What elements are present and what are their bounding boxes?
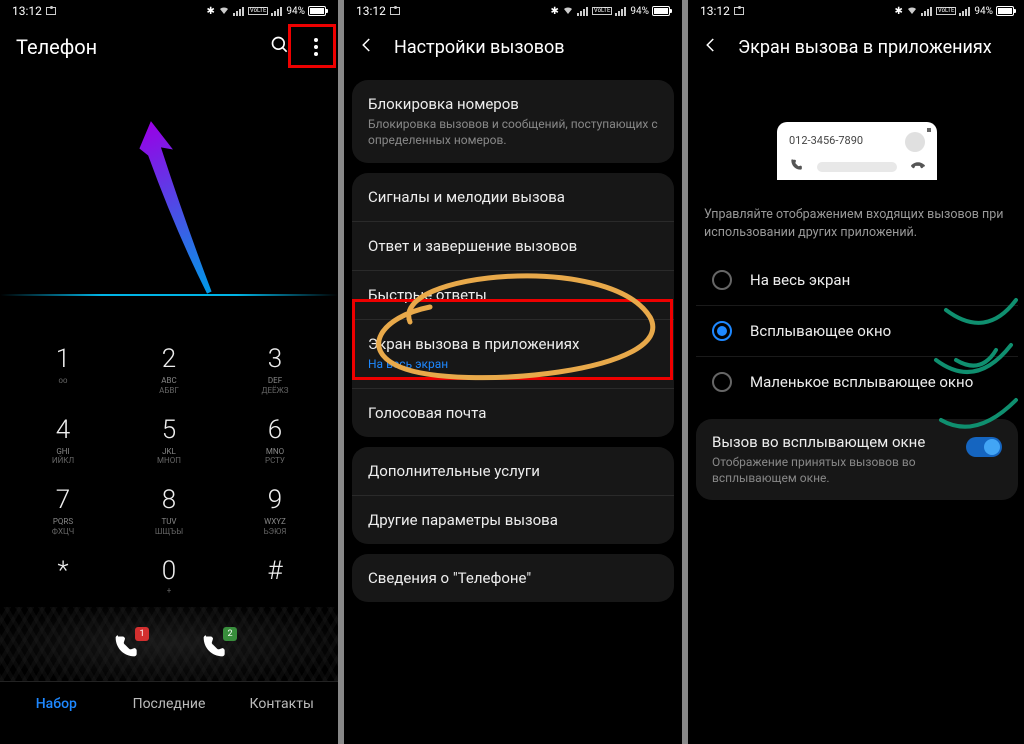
status-time: 13:12 xyxy=(356,4,386,18)
card-extra-services: Дополнительные услуги Другие параметры в… xyxy=(352,447,674,544)
battery-icon xyxy=(652,6,670,16)
bluetooth-icon: ✱ xyxy=(207,6,215,17)
battery-icon xyxy=(308,6,326,16)
volte-badge: VoLTE xyxy=(592,7,613,15)
radio-icon xyxy=(712,372,732,392)
keypad-key-hash[interactable]: # xyxy=(222,544,328,603)
phone-end-icon xyxy=(911,157,925,176)
call-preview-card: 012-3456-7890 xyxy=(777,122,937,180)
bottom-tabs: Набор Последние Контакты xyxy=(0,681,338,722)
tab-recent[interactable]: Последние xyxy=(113,696,226,712)
tab-contacts[interactable]: Контакты xyxy=(225,696,338,712)
keypad-key-5[interactable]: 5JKLМНОП xyxy=(116,403,222,474)
toggle-popup-call[interactable]: Вызов во всплывающем окне Отображение пр… xyxy=(696,419,1018,500)
volte-badge: VoLTE xyxy=(248,7,269,15)
wifi-icon xyxy=(218,4,230,19)
battery-pct: 94% xyxy=(286,6,305,17)
back-icon[interactable] xyxy=(702,36,720,58)
keypad-key-9[interactable]: 9WXYZЬЭЮЯ xyxy=(222,473,328,544)
swipe-arrow-annotation xyxy=(81,100,256,324)
settings-title: Экран вызова в приложениях xyxy=(738,37,992,58)
keypad-key-6[interactable]: 6MNOРСТУ xyxy=(222,403,328,474)
row-call-display[interactable]: Экран вызова в приложениях На весь экран xyxy=(352,320,674,389)
call-sim1-button[interactable]: 1 xyxy=(111,633,139,665)
keypad-key-3[interactable]: 3DEFДЕЁЖЗ xyxy=(222,332,328,403)
wifi-icon xyxy=(562,4,574,19)
avatar-icon xyxy=(905,132,925,152)
toggle-switch-on[interactable] xyxy=(966,437,1002,457)
bluetooth-icon: ✱ xyxy=(551,6,559,17)
row-quick-replies[interactable]: Быстрые ответы xyxy=(352,271,674,320)
screenshot-icon xyxy=(734,7,744,15)
dialer-display xyxy=(0,72,338,332)
row-other-params[interactable]: Другие параметры вызова xyxy=(352,496,674,544)
app-title: Телефон xyxy=(16,35,270,59)
settings-header: Настройки вызовов xyxy=(344,22,682,72)
keypad-key-0[interactable]: 0+ xyxy=(116,544,222,603)
battery-icon xyxy=(996,6,1014,16)
wifi-icon xyxy=(906,4,918,19)
settings-body: Блокировка номеров Блокировка вызовов и … xyxy=(344,72,682,620)
glow-divider xyxy=(0,294,338,296)
signal-icon-2 xyxy=(615,6,627,16)
keypad-key-star[interactable]: * xyxy=(10,544,116,603)
tab-dial[interactable]: Набор xyxy=(0,696,113,712)
row-ringtones[interactable]: Сигналы и мелодии вызова xyxy=(352,173,674,222)
card-about-phone[interactable]: Сведения о "Телефоне" xyxy=(352,554,674,602)
annotation-highlight-box xyxy=(288,24,336,68)
signal-icon xyxy=(577,6,589,16)
row-title: Блокировка номеров xyxy=(368,95,658,113)
keypad-key-1[interactable]: 1ᴏᴏ xyxy=(10,332,116,403)
row-voicemail[interactable]: Голосовая почта xyxy=(352,389,674,437)
sim2-badge: 2 xyxy=(223,627,237,641)
status-time: 13:12 xyxy=(700,4,730,18)
back-icon[interactable] xyxy=(358,36,376,58)
battery-pct: 94% xyxy=(630,6,649,17)
volte-badge: VoLTE xyxy=(936,7,957,15)
keypad-key-2[interactable]: 2ABCАБВГ xyxy=(116,332,222,403)
settings-title: Настройки вызовов xyxy=(394,37,565,58)
screenshot-icon xyxy=(46,7,56,15)
radio-option-popup[interactable]: Всплывающее окно xyxy=(696,306,1018,357)
keypad-key-4[interactable]: 4GHIИЙКЛ xyxy=(10,403,116,474)
radio-icon xyxy=(712,270,732,290)
card-call-options: Сигналы и мелодии вызова Ответ и заверше… xyxy=(352,173,674,437)
search-icon[interactable] xyxy=(270,35,290,59)
signal-icon-2 xyxy=(959,6,971,16)
battery-pct: 94% xyxy=(974,6,993,17)
sim1-badge: 1 xyxy=(135,627,149,641)
settings-header: Экран вызова в приложениях xyxy=(688,22,1024,72)
bluetooth-icon: ✱ xyxy=(895,6,903,17)
keypad-key-7[interactable]: 7PQRSФХЦЧ xyxy=(10,473,116,544)
row-subtitle: Блокировка вызовов и сообщений, поступаю… xyxy=(368,117,658,148)
status-time: 13:12 xyxy=(12,4,42,18)
phone-screen-dialer: 13:12 ✱ VoLTE 94% Телефон xyxy=(0,0,338,744)
screenshot-icon xyxy=(390,7,400,15)
row-answer-end[interactable]: Ответ и завершение вызовов xyxy=(352,222,674,271)
status-bar: 13:12 ✱ VoLTE 94% xyxy=(0,0,338,22)
radio-option-mini-popup[interactable]: Маленькое всплывающее окно xyxy=(696,357,1018,407)
call-buttons-row: 1 2 xyxy=(0,607,338,681)
row-extra-services[interactable]: Дополнительные услуги xyxy=(352,447,674,496)
expand-icon xyxy=(927,128,931,132)
slider-placeholder xyxy=(817,162,897,172)
keypad-key-8[interactable]: 8TUVШЩЪЫ xyxy=(116,473,222,544)
status-bar: 13:12 ✱ VoLTE 94% xyxy=(344,0,682,22)
radio-icon-checked xyxy=(712,321,732,341)
signal-icon xyxy=(233,6,245,16)
signal-icon xyxy=(921,6,933,16)
phone-icon xyxy=(789,157,803,176)
status-bar: 13:12 ✱ VoLTE 94% xyxy=(688,0,1024,22)
phone-screen-callsettings: 13:12 ✱ VoLTE 94% Настройки вызовов Блок… xyxy=(344,0,682,744)
call-sim2-button[interactable]: 2 xyxy=(199,633,227,665)
radio-option-fullscreen[interactable]: На весь экран xyxy=(696,255,1018,306)
card-block-numbers[interactable]: Блокировка номеров Блокировка вызовов и … xyxy=(352,80,674,163)
dialer-keypad: 1ᴏᴏ 2ABCАБВГ 3DEFДЕЁЖЗ 4GHIИЙКЛ 5JKLМНОП… xyxy=(0,332,338,603)
phone-screen-call-display: 13:12 ✱ VoLTE 94% Экран вызова в приложе… xyxy=(688,0,1024,744)
description-text: Управляйте отображением входящих вызовов… xyxy=(688,200,1024,255)
signal-icon-2 xyxy=(271,6,283,16)
